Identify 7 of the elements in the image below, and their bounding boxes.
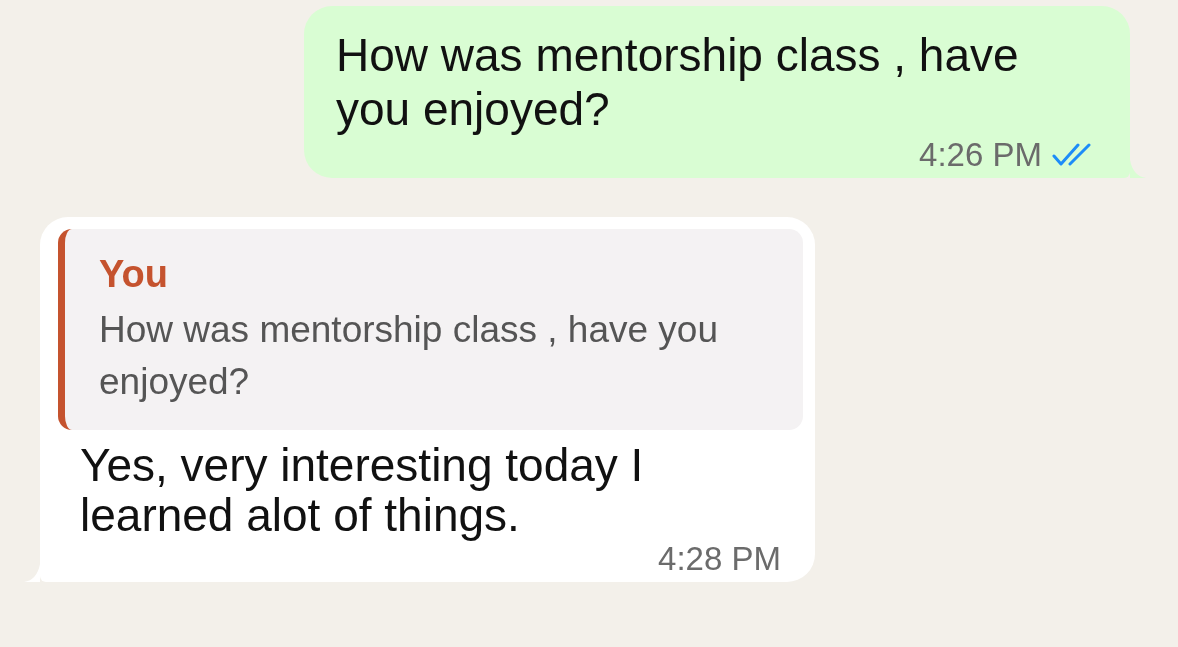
message-text: Yes, very interesting today I learned alot of things.	[80, 440, 645, 540]
quote-text: How was mentorship class , have you enjoyed?	[99, 308, 719, 404]
message-time: 4:26 PM	[919, 136, 1042, 174]
quoted-message[interactable]: You How was mentorship class , have you enjoyed?	[58, 229, 803, 430]
message-text: How was mentorship class , have you enjoyed?	[336, 28, 1020, 136]
message-time: 4:28 PM	[658, 540, 781, 578]
quote-author: You	[99, 253, 169, 296]
